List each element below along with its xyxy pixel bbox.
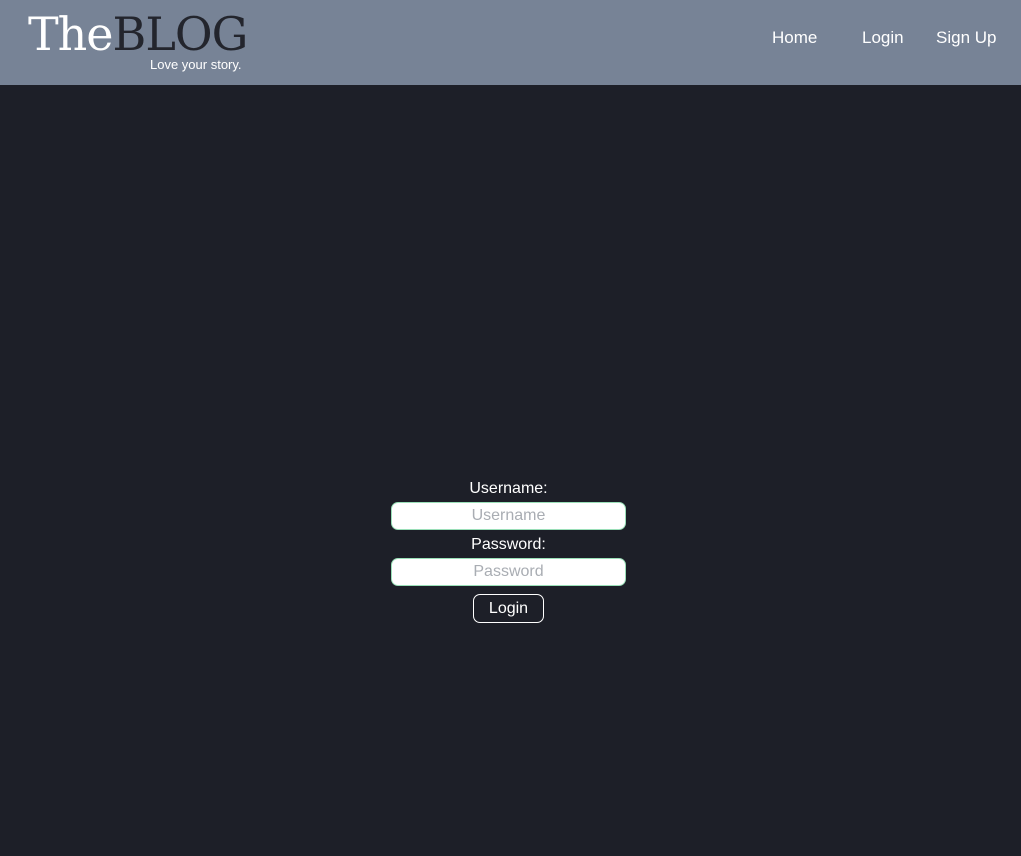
brand-tagline: Love your story. — [150, 57, 242, 72]
password-label: Password: — [471, 536, 546, 553]
site-header: TheBLOG Love your story. Home Login Sign… — [0, 0, 1021, 85]
main-content — [0, 85, 1021, 856]
brand-title: TheBLOG — [28, 6, 249, 62]
submit-row: Login — [391, 594, 626, 623]
brand-title-suffix: BLOG — [112, 7, 249, 61]
username-label: Username: — [469, 480, 548, 497]
nav-login-link[interactable]: Login — [862, 28, 904, 52]
password-input[interactable] — [391, 558, 626, 586]
brand-logo[interactable]: TheBLOG Love your story. — [28, 6, 248, 76]
username-input[interactable] — [391, 502, 626, 530]
brand-title-prefix: The — [28, 7, 114, 61]
login-button[interactable]: Login — [472, 594, 545, 623]
nav-signup-link[interactable]: Sign Up — [936, 28, 996, 52]
nav-home-link[interactable]: Home — [772, 28, 817, 52]
login-form: Username: Password: Login — [391, 478, 626, 623]
